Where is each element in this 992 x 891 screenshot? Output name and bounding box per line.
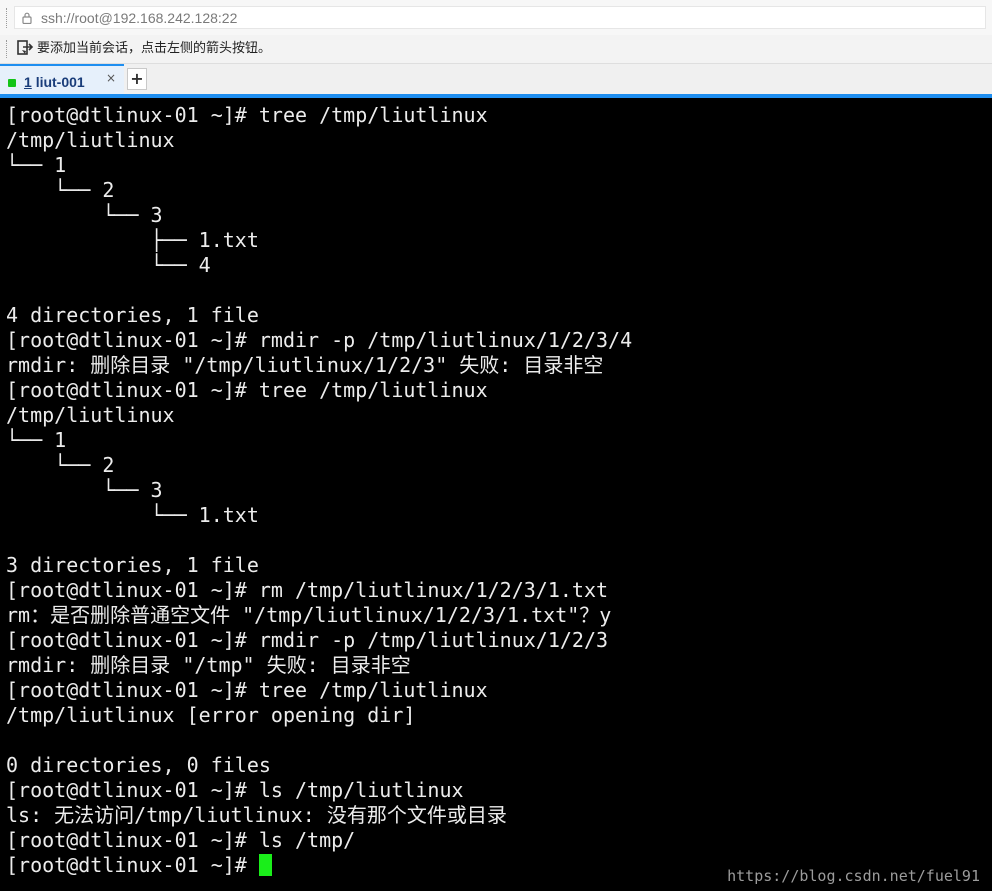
new-tab-button[interactable]: + [127,68,147,90]
tab-name: liut-001 [35,74,85,90]
terminal-line: └── 4 [6,253,211,277]
terminal-line: [root@dtlinux-01 ~]# tree /tmp/liutlinux [6,103,488,127]
tab-bar: 1 liut-001 × + [0,64,992,95]
terminal-line: /tmp/liutlinux [6,128,175,152]
terminal-line: └── 2 [6,178,115,202]
text-cursor [258,854,272,876]
terminal-line: rm：是否删除普通空文件 "/tmp/liutlinux/1/2/3/1.txt… [6,603,612,627]
terminal-area[interactable]: [root@dtlinux-01 ~]# tree /tmp/liutlinux… [0,98,992,891]
terminal-line: └── 1 [6,428,67,452]
terminal-line: ls: 无法访问/tmp/liutlinux: 没有那个文件或目录 [6,803,507,827]
toolbar-grip[interactable] [6,40,9,58]
toolbar-grip[interactable] [6,8,9,28]
tab-label: 1 liut-001 [24,74,85,90]
address-url[interactable]: ssh://root@192.168.242.128:22 [41,9,237,27]
terminal-line: [root@dtlinux-01 ~]# tree /tmp/liutlinux [6,378,488,402]
terminal-line: └── 1.txt [6,503,259,527]
terminal-line: [root@dtlinux-01 ~]# rmdir -p /tmp/liutl… [6,628,609,652]
terminal-output: [root@dtlinux-01 ~]# tree /tmp/liutlinux… [6,103,986,878]
terminal-line: [root@dtlinux-01 ~]# ls /tmp/ [6,828,356,852]
terminal-line: rmdir: 删除目录 "/tmp/liutlinux/1/2/3" 失败: 目… [6,353,604,377]
terminal-line: └── 3 [6,478,163,502]
connection-status-icon [8,79,16,87]
address-field[interactable]: ssh://root@192.168.242.128:22 [14,6,986,29]
address-bar: ssh://root@192.168.242.128:22 [0,0,992,36]
close-tab-icon[interactable]: × [106,72,116,84]
terminal-line: 4 directories, 1 file [6,303,259,327]
terminal-line: [root@dtlinux-01 ~]# ls /tmp/liutlinux [6,778,464,802]
session-tab[interactable]: 1 liut-001 × [0,64,124,95]
ssh-client-window: ssh://root@192.168.242.128:22 要添加当前会话，点击… [0,0,992,891]
terminal-line: └── 1 [6,153,67,177]
terminal-line: 0 directories, 0 files [6,753,271,777]
lock-icon [22,12,32,24]
terminal-line: 3 directories, 1 file [6,553,259,577]
terminal-line: └── 2 [6,453,115,477]
terminal-line: [root@dtlinux-01 ~]# rm /tmp/liutlinux/1… [6,578,609,602]
terminal-line: [root@dtlinux-01 ~]# rmdir -p /tmp/liutl… [6,328,633,352]
tab-number: 1 [24,74,32,90]
session-arrow-icon[interactable] [16,39,34,57]
terminal-line: /tmp/liutlinux [6,403,175,427]
terminal-line: └── 3 [6,203,163,227]
watermark: https://blog.csdn.net/fuel91 [727,867,980,885]
terminal-line: rmdir: 删除目录 "/tmp" 失败: 目录非空 [6,653,411,677]
hint-text: 要添加当前会话，点击左侧的箭头按钮。 [37,41,272,56]
terminal-prompt: [root@dtlinux-01 ~]# [6,853,259,877]
hint-bar: 要添加当前会话，点击左侧的箭头按钮。 [0,35,992,64]
terminal-line: /tmp/liutlinux [error opening dir] [6,703,416,727]
terminal-line: ├── 1.txt [6,228,259,252]
terminal-line: [root@dtlinux-01 ~]# tree /tmp/liutlinux [6,678,488,702]
